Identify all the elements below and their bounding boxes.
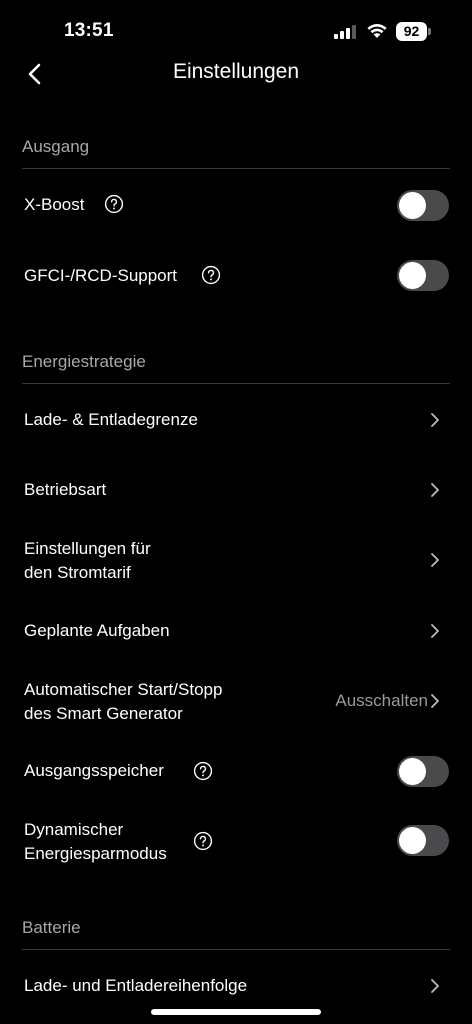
chevron-right-icon bbox=[431, 483, 439, 497]
divider bbox=[22, 383, 450, 384]
x-boost-label: X-Boost bbox=[24, 195, 85, 214]
cellular-signal-icon bbox=[334, 25, 356, 39]
section-title-ausgang: Ausgang bbox=[22, 137, 90, 156]
x-boost-toggle[interactable] bbox=[397, 190, 449, 221]
status-time: 13:51 bbox=[64, 20, 114, 41]
setting-row-betriebsart[interactable]: Betriebsart bbox=[0, 470, 472, 510]
section-title-energiestrategie: Energiestrategie bbox=[22, 352, 146, 371]
energiesparmodus-label-line2: Energiesparmodus bbox=[24, 844, 167, 863]
battery-icon: 92 bbox=[396, 22, 432, 41]
page-title: Einstellungen bbox=[172, 60, 300, 83]
help-icon[interactable] bbox=[201, 265, 221, 285]
chevron-right-icon bbox=[431, 413, 439, 427]
smart-generator-label-line2: des Smart Generator bbox=[24, 704, 183, 723]
energiesparmodus-toggle[interactable] bbox=[397, 825, 449, 856]
divider bbox=[22, 168, 450, 169]
chevron-right-icon bbox=[431, 694, 439, 708]
smart-generator-label-line1: Automatischer Start/Stopp bbox=[24, 680, 223, 699]
setting-row-energiesparmodus: Dynamischer Energiesparmodus bbox=[0, 817, 472, 867]
betriebsart-label: Betriebsart bbox=[24, 480, 107, 499]
help-icon[interactable] bbox=[193, 761, 213, 781]
chevron-right-icon bbox=[431, 624, 439, 638]
setting-row-gfci: GFCI-/RCD-Support bbox=[0, 256, 472, 296]
chevron-right-icon bbox=[431, 553, 439, 567]
setting-row-x-boost: X-Boost bbox=[0, 186, 472, 226]
home-indicator bbox=[151, 1009, 321, 1015]
energiesparmodus-label-line1: Dynamischer bbox=[24, 820, 124, 839]
battery-level: 92 bbox=[403, 23, 420, 39]
divider bbox=[22, 949, 450, 950]
reihenfolge-label: Lade- und Entladereihenfolge bbox=[24, 976, 248, 995]
setting-row-reihenfolge[interactable]: Lade- und Entladereihenfolge bbox=[0, 966, 472, 1006]
help-icon[interactable] bbox=[104, 194, 124, 214]
chevron-right-icon bbox=[431, 979, 439, 993]
setting-row-lade-grenze[interactable]: Lade- & Entladegrenze bbox=[0, 400, 472, 440]
gfci-label: GFCI-/RCD-Support bbox=[24, 266, 178, 285]
stromtarif-label-line2: den Stromtarif bbox=[24, 563, 131, 582]
section-title-batterie: Batterie bbox=[22, 918, 81, 937]
lade-grenze-label: Lade- & Entladegrenze bbox=[24, 410, 198, 429]
setting-row-smart-generator[interactable]: Automatischer Start/Stopp des Smart Gene… bbox=[0, 677, 472, 727]
geplante-aufgaben-label: Geplante Aufgaben bbox=[24, 621, 170, 640]
help-icon[interactable] bbox=[193, 831, 213, 851]
setting-row-geplante-aufgaben[interactable]: Geplante Aufgaben bbox=[0, 611, 472, 651]
ausgangsspeicher-label: Ausgangsspeicher bbox=[24, 761, 164, 780]
stromtarif-label-line1: Einstellungen für bbox=[24, 539, 151, 558]
wifi-icon bbox=[367, 24, 387, 38]
ausgangsspeicher-toggle[interactable] bbox=[397, 756, 449, 787]
smart-generator-value: Ausschalten bbox=[335, 691, 428, 710]
setting-row-stromtarif[interactable]: Einstellungen für den Stromtarif bbox=[0, 536, 472, 586]
nav-bar: Einstellungen bbox=[0, 50, 472, 98]
setting-row-ausgangsspeicher: Ausgangsspeicher bbox=[0, 752, 472, 792]
gfci-toggle[interactable] bbox=[397, 260, 449, 291]
